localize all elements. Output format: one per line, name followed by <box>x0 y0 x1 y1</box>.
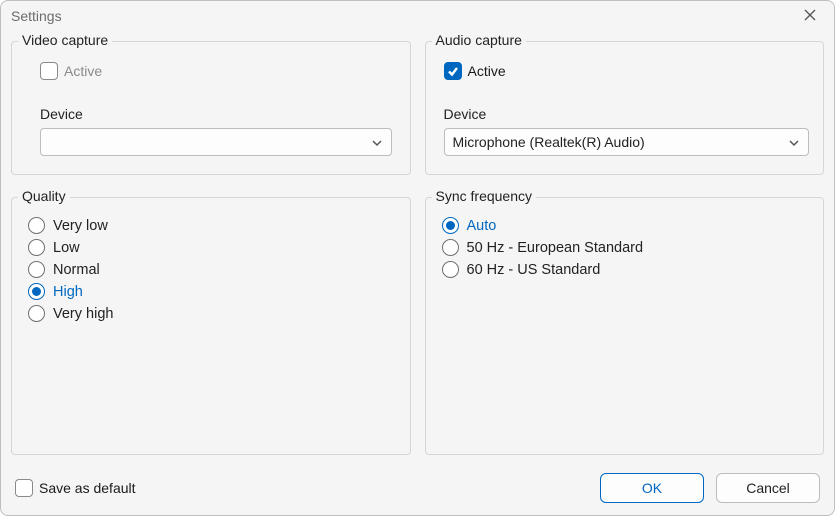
video-active-checkbox[interactable] <box>40 62 58 80</box>
save-default-checkbox[interactable] <box>15 479 33 497</box>
radio-label: Auto <box>467 218 497 234</box>
dialog-buttons: OK Cancel <box>600 473 820 503</box>
quality-legend: Quality <box>18 188 70 204</box>
save-default-row[interactable]: Save as default <box>15 479 136 497</box>
quality-option[interactable]: Low <box>28 239 396 256</box>
quality-option[interactable]: Normal <box>28 261 396 278</box>
audio-device-value: Microphone (Realtek(R) Audio) <box>453 134 645 150</box>
radio-label: 50 Hz - European Standard <box>467 240 644 256</box>
quality-option[interactable]: Very low <box>28 217 396 234</box>
radio-label: 60 Hz - US Standard <box>467 262 601 278</box>
radio-icon[interactable] <box>28 239 45 256</box>
right-column: Audio capture Active Device Microphone (… <box>425 31 825 455</box>
radio-label: Normal <box>53 262 100 278</box>
close-icon <box>804 8 816 24</box>
video-active-checkbox-row[interactable]: Active <box>40 62 392 80</box>
radio-icon[interactable] <box>28 217 45 234</box>
audio-active-label: Active <box>468 63 506 79</box>
columns: Video capture Active Device <box>11 31 824 455</box>
quality-option[interactable]: Very high <box>28 305 396 322</box>
radio-label: Low <box>53 240 80 256</box>
video-capture-legend: Video capture <box>18 32 112 48</box>
chevron-down-icon <box>371 136 383 148</box>
audio-active-checkbox-row[interactable]: Active <box>444 62 810 80</box>
save-default-label: Save as default <box>39 480 136 496</box>
radio-icon[interactable] <box>442 261 459 278</box>
radio-icon[interactable] <box>442 239 459 256</box>
radio-icon[interactable] <box>28 305 45 322</box>
titlebar: Settings <box>1 1 834 31</box>
sync-frequency-group: Sync frequency Auto50 Hz - European Stan… <box>425 197 825 455</box>
cancel-button-label: Cancel <box>746 480 790 496</box>
quality-radio-list: Very low Low Normal High Very high <box>26 217 396 322</box>
quality-option[interactable]: High <box>28 283 396 300</box>
radio-icon[interactable] <box>28 261 45 278</box>
radio-label: Very high <box>53 306 113 322</box>
cancel-button[interactable]: Cancel <box>716 473 820 503</box>
sync-radio-list: Auto 50 Hz - European Standard 60 Hz - US … <box>440 217 810 278</box>
ok-button-label: OK <box>642 480 662 496</box>
audio-device-label: Device <box>444 106 810 122</box>
radio-icon[interactable] <box>28 283 45 300</box>
sync-frequency-legend: Sync frequency <box>432 188 537 204</box>
content-area: Video capture Active Device <box>1 31 834 465</box>
settings-dialog: Settings Video capture Active Device <box>0 0 835 516</box>
sync-option[interactable]: Auto <box>442 217 810 234</box>
radio-icon[interactable] <box>442 217 459 234</box>
radio-label: High <box>53 284 83 300</box>
ok-button[interactable]: OK <box>600 473 704 503</box>
audio-capture-group: Audio capture Active Device Microphone (… <box>425 41 825 175</box>
audio-device-select[interactable]: Microphone (Realtek(R) Audio) <box>444 128 810 156</box>
video-capture-group: Video capture Active Device <box>11 41 411 175</box>
window-title: Settings <box>11 8 62 24</box>
audio-capture-legend: Audio capture <box>432 32 526 48</box>
video-active-label: Active <box>64 63 102 79</box>
sync-option[interactable]: 60 Hz - US Standard <box>442 261 810 278</box>
sync-option[interactable]: 50 Hz - European Standard <box>442 239 810 256</box>
audio-active-checkbox[interactable] <box>444 62 462 80</box>
chevron-down-icon <box>788 136 800 148</box>
radio-label: Very low <box>53 218 108 234</box>
dialog-footer: Save as default OK Cancel <box>1 465 834 515</box>
video-device-select[interactable] <box>40 128 392 156</box>
left-column: Video capture Active Device <box>11 31 411 455</box>
quality-group: Quality Very lowLowNormalHighVery high <box>11 197 411 455</box>
close-button[interactable] <box>796 2 824 30</box>
video-device-label: Device <box>40 106 392 122</box>
